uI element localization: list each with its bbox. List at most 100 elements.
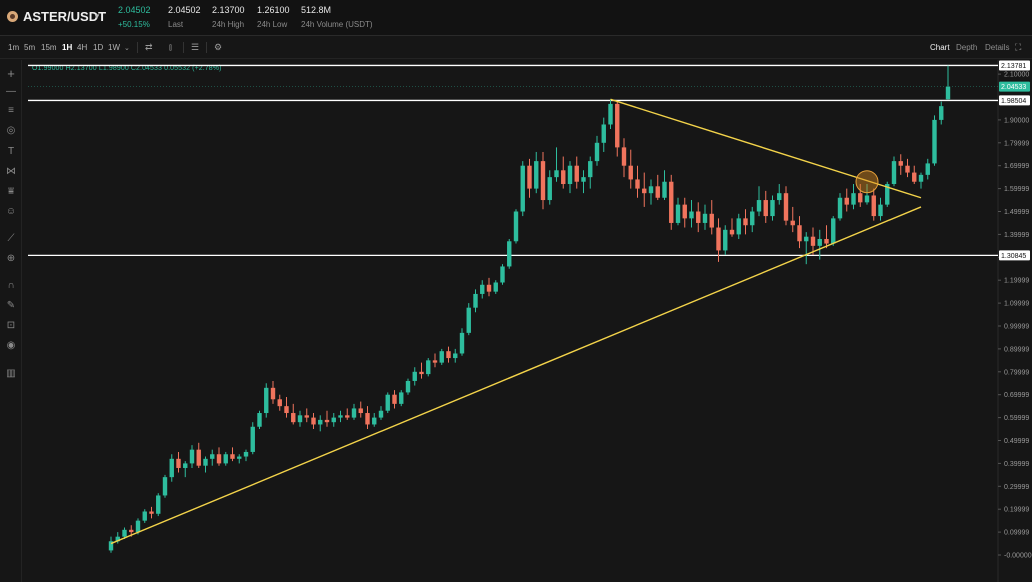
candle-body	[675, 204, 681, 223]
candle-body	[304, 415, 309, 418]
candle-body	[493, 282, 498, 292]
candle-body	[608, 103, 613, 125]
stat-24h-high-value: 2.13700	[212, 5, 245, 15]
timeframe-4h[interactable]: 4H	[77, 43, 87, 52]
candle-body	[945, 86, 951, 100]
candle-body	[176, 458, 181, 468]
candle-body	[459, 332, 465, 354]
candle-body	[756, 200, 762, 212]
candle-body	[655, 186, 660, 198]
candle-body	[216, 454, 222, 464]
candle-body	[405, 380, 411, 393]
y-tick-label: 2.10000	[1004, 72, 1029, 79]
y-tick-label: 1.90000	[1004, 117, 1029, 124]
tab-chart[interactable]: Chart	[930, 43, 950, 52]
candle-body	[135, 520, 141, 533]
y-tick-label: 0.99999	[1004, 324, 1029, 331]
stat-24h-high-label: 24h High	[212, 20, 245, 29]
candle-body	[156, 495, 161, 514]
candle-body	[777, 193, 782, 201]
candle-style-icon[interactable]: ⫾	[169, 42, 172, 53]
candle-body	[682, 204, 687, 219]
candle-body	[817, 238, 822, 246]
candle-body	[831, 218, 836, 244]
candle-body	[669, 181, 674, 223]
settings-gear-icon[interactable]: ⚙	[214, 42, 222, 53]
tab-details[interactable]: Details	[985, 43, 1009, 52]
candle-body	[183, 463, 188, 468]
y-tick-label: 1.49999	[1004, 209, 1029, 216]
candle-body	[783, 193, 789, 221]
candle-body	[277, 399, 282, 407]
candle-body	[399, 392, 404, 404]
candle-body	[453, 353, 458, 359]
candle-body	[581, 177, 586, 182]
stat-24h-low: 1.26100 24h Low	[257, 5, 290, 29]
tab-depth[interactable]: Depth	[956, 43, 977, 52]
candle-body	[500, 266, 505, 283]
candle-body	[932, 119, 937, 164]
candle-body	[851, 193, 856, 205]
candle-body	[567, 165, 573, 185]
candle-body	[507, 241, 512, 267]
candle-body	[264, 387, 269, 414]
candle-body	[804, 236, 809, 242]
timeframe-1w[interactable]: 1W	[108, 43, 120, 52]
candle-body	[203, 458, 208, 466]
candle-body	[743, 218, 748, 226]
candle-body	[837, 197, 843, 219]
y-tick-label: 1.39999	[1004, 232, 1029, 239]
candle-body	[520, 165, 525, 212]
y-tick-label: 1.79999	[1004, 140, 1029, 147]
timeframe-dropdown-chevron-icon[interactable]: ⌄	[124, 44, 130, 52]
candle-body	[574, 165, 579, 182]
timeframe-15m[interactable]: 15m	[41, 43, 57, 52]
chart-toolbar: 1m 5m 15m 1H 4H 1D 1W ⌄ ⇄ ⫾ ☰ ⚙ Chart De…	[0, 37, 1032, 59]
candle-body	[662, 181, 667, 198]
candle-body	[871, 195, 876, 217]
stat-24h-volume: 512.8M 24h Volume (USDT)	[301, 5, 373, 29]
toolbar-divider	[137, 42, 138, 53]
stat-24h-low-label: 24h Low	[257, 20, 288, 29]
candle-body	[351, 408, 357, 418]
candle-body	[446, 351, 451, 359]
stat-last: 2.04502 Last	[168, 5, 201, 29]
candle-body	[358, 408, 363, 414]
candle-body	[939, 106, 944, 120]
candle-body	[284, 406, 289, 414]
candle-body	[122, 529, 127, 537]
candle-body	[513, 211, 519, 242]
candle-body	[696, 211, 701, 223]
candle-body	[594, 142, 600, 162]
candle-body	[237, 456, 242, 459]
timeframe-5m[interactable]: 5m	[24, 43, 35, 52]
timeframe-1h[interactable]: 1H	[62, 43, 72, 52]
candle-body	[763, 200, 768, 217]
fullscreen-icon[interactable]: ⛶	[1015, 42, 1021, 53]
price-label-text: 1.98504	[1001, 98, 1026, 105]
price-chart[interactable]: 2.300002.200002.100001.900001.799991.699…	[0, 60, 1032, 582]
candle-body	[338, 415, 343, 418]
candle-body	[797, 225, 802, 242]
ascending-trendline	[110, 206, 922, 545]
candle-body	[918, 174, 924, 182]
indicators-icon[interactable]: ☰	[191, 42, 199, 53]
price-label-text: 2.04533	[1001, 84, 1026, 91]
y-tick-label: 0.09999	[1004, 530, 1029, 537]
toolbar-divider	[183, 42, 184, 53]
chart-type-icon[interactable]: ⇄	[145, 42, 153, 53]
stat-24h-volume-label: 24h Volume (USDT)	[301, 20, 373, 29]
timeframe-1d[interactable]: 1D	[93, 43, 103, 52]
candle-body	[898, 161, 903, 166]
candle-body	[432, 360, 438, 363]
timeframe-1m[interactable]: 1m	[8, 43, 19, 52]
price-label-text: 2.13781	[1001, 63, 1026, 70]
candle-body	[891, 161, 897, 185]
y-tick-label: 0.49999	[1004, 438, 1029, 445]
y-tick-label: 0.29999	[1004, 484, 1029, 491]
candle-body	[878, 204, 883, 217]
candle-body	[527, 165, 532, 189]
candle-body	[480, 284, 485, 294]
y-tick-label: 0.69999	[1004, 392, 1029, 399]
chevron-down-icon[interactable]: ▼	[93, 12, 101, 21]
